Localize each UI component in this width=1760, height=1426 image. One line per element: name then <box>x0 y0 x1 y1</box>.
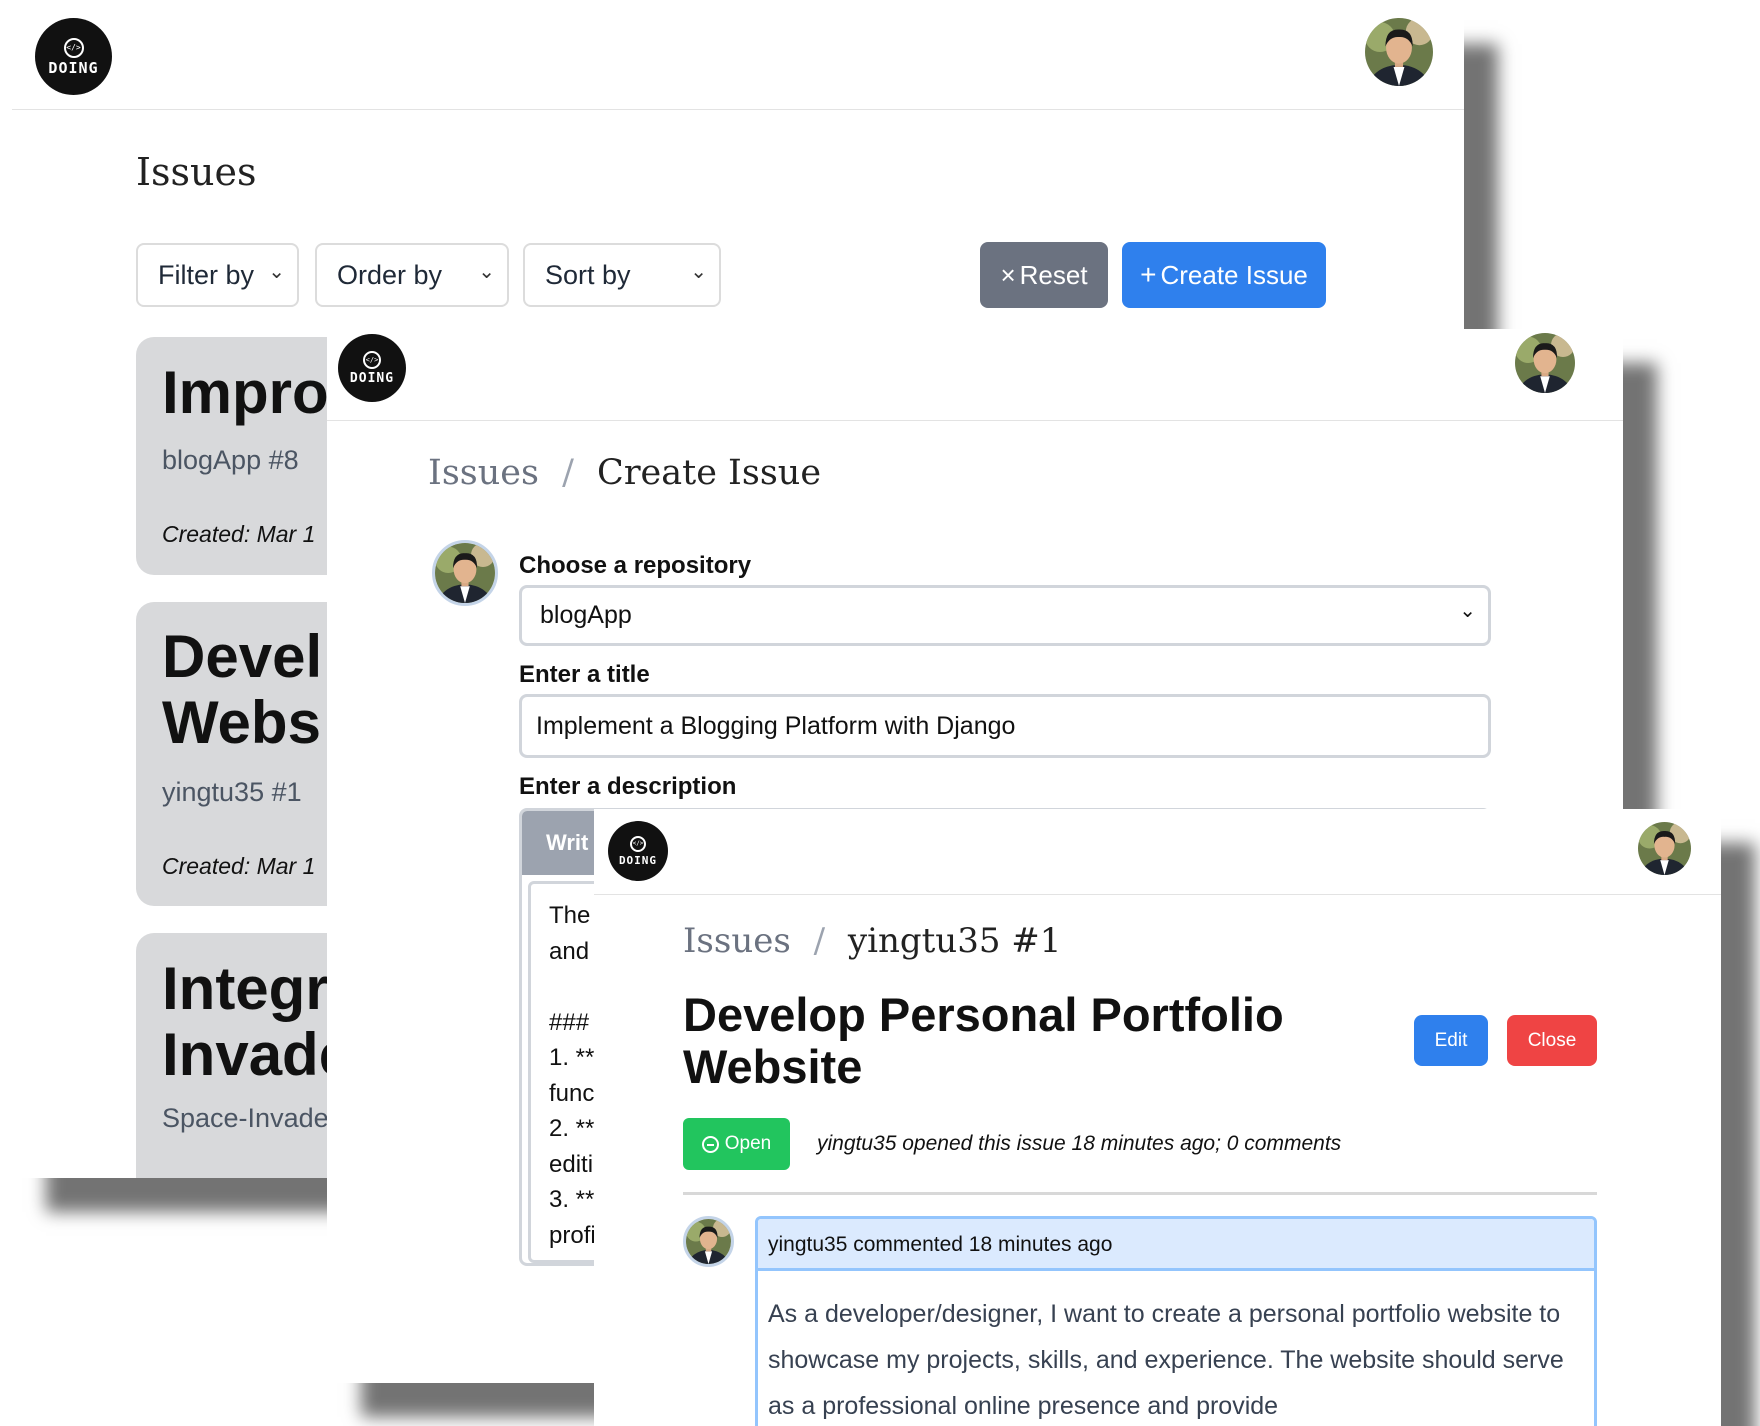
code-icon: </> <box>363 351 381 369</box>
navbar: </> DOING <box>12 10 1464 110</box>
sort-by-select[interactable]: Sort by ⌄ <box>523 243 721 307</box>
logo-text: DOING <box>349 371 395 386</box>
breadcrumb: Issues / yingtu35 #1 <box>683 921 1061 961</box>
repository-value: blogApp <box>540 601 632 629</box>
order-by-select[interactable]: Order by ⌄ <box>315 243 509 307</box>
code-icon: </> <box>630 836 646 852</box>
issue-meta: yingtu35 opened this issue 18 minutes ag… <box>817 1132 1342 1155</box>
user-avatar[interactable] <box>1365 18 1433 86</box>
chevron-down-icon: ⌄ <box>1459 600 1476 622</box>
title-input-value: Implement a Blogging Platform with Djang… <box>536 711 1016 740</box>
chevron-down-icon: ⌄ <box>478 261 495 283</box>
user-avatar[interactable] <box>1515 333 1575 393</box>
doing-logo[interactable]: </> DOING <box>338 334 406 402</box>
doing-logo[interactable]: </> DOING <box>608 821 668 881</box>
page-title: Issues <box>136 150 257 194</box>
issue-card-title: Invade <box>162 1021 353 1088</box>
order-by-label: Order by <box>337 259 443 290</box>
navbar: </> DOING <box>327 329 1623 421</box>
reset-button[interactable]: × Reset <box>980 242 1108 308</box>
issue-card-repo: Space-Invade <box>162 1103 329 1133</box>
filter-by-label: Filter by <box>158 259 255 290</box>
issue-card-created: Created: Mar 1 <box>162 521 316 547</box>
create-issue-button[interactable]: + Create Issue <box>1122 242 1326 308</box>
issue-card-repo: yingtu35 #1 <box>162 777 302 807</box>
filter-by-select[interactable]: Filter by ⌄ <box>136 243 299 307</box>
comment-body: As a developer/designer, I want to creat… <box>768 1300 1564 1420</box>
issue-card-repo: blogApp #8 <box>162 445 299 475</box>
edit-button[interactable]: Edit <box>1414 1015 1488 1066</box>
issue-card-title: Impro <box>162 359 329 426</box>
comment: yingtu35 commented 18 minutes ago As a d… <box>755 1216 1597 1426</box>
user-avatar[interactable] <box>1638 822 1691 875</box>
close-issue-button[interactable]: Close <box>1507 1015 1597 1066</box>
chevron-down-icon: ⌄ <box>690 261 707 283</box>
comment-header: yingtu35 commented 18 minutes ago <box>758 1219 1594 1271</box>
chevron-down-icon: ⌄ <box>268 261 285 283</box>
breadcrumb-issues-link[interactable]: Issues <box>683 921 791 961</box>
breadcrumb-separator: / <box>813 921 826 961</box>
issue-card-title: Integr <box>162 955 329 1022</box>
issue-detail-window: </> DOING Issues / yingtu35 #1 Develop P… <box>594 809 1721 1426</box>
author-avatar <box>432 540 498 606</box>
breadcrumb-separator: / <box>562 453 574 493</box>
create-issue-label: Create Issue <box>1160 259 1308 290</box>
title-input[interactable]: Implement a Blogging Platform with Djang… <box>519 694 1491 758</box>
logo-text: DOING <box>618 854 658 867</box>
close-icon: × <box>1000 259 1016 290</box>
doing-logo[interactable]: </> DOING <box>35 18 112 95</box>
divider <box>683 1192 1597 1195</box>
issue-title: Develop Personal Portfolio Website <box>683 988 1284 1093</box>
code-icon: </> <box>63 37 84 58</box>
sort-by-label: Sort by <box>545 259 631 290</box>
description-label: Enter a description <box>519 773 737 800</box>
repository-label: Choose a repository <box>519 552 752 579</box>
status-badge: Open <box>683 1118 790 1170</box>
issue-card-title: Devel <box>162 623 323 690</box>
title-label: Enter a title <box>519 661 650 688</box>
issue-card-title: Webs <box>162 689 321 756</box>
reset-label: Reset <box>1019 259 1088 290</box>
commenter-avatar <box>683 1216 734 1267</box>
status-label: Open <box>724 1133 772 1154</box>
issue-card-created: Created: Mar 1 <box>162 853 316 879</box>
breadcrumb: Issues / Create Issue <box>428 453 821 493</box>
breadcrumb-current: Create Issue <box>597 453 822 493</box>
navbar: </> DOING <box>594 809 1721 895</box>
minus-circle-icon <box>701 1135 719 1153</box>
breadcrumb-current: yingtu35 #1 <box>847 921 1062 961</box>
plus-icon: + <box>1140 259 1157 290</box>
logo-text: DOING <box>48 58 99 77</box>
repository-select[interactable]: blogApp ⌄ <box>519 585 1491 646</box>
breadcrumb-issues-link[interactable]: Issues <box>428 453 539 493</box>
